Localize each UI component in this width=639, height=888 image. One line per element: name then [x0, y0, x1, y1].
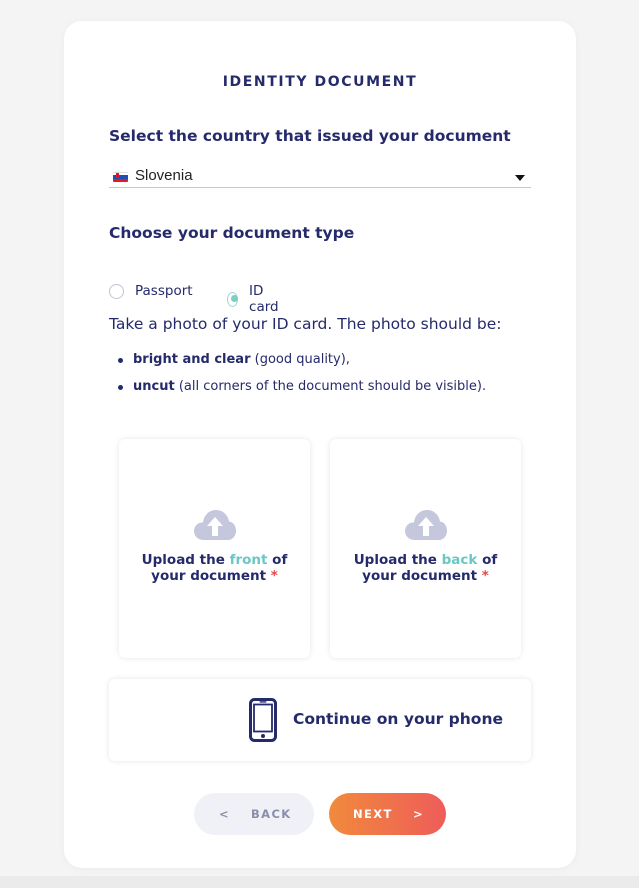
slovenia-flag-icon — [113, 172, 128, 182]
upload-back-button[interactable]: Upload the back of your document * — [330, 439, 521, 658]
bullet-text: (all corners of the document should be v… — [174, 379, 487, 394]
required-marker: * — [481, 568, 489, 584]
cloud-upload-icon — [194, 510, 236, 540]
radio-passport[interactable]: Passport — [109, 283, 193, 299]
back-button-label: BACK — [251, 807, 292, 821]
country-value: Slovenia — [135, 167, 193, 184]
radio-checked-icon — [227, 291, 239, 307]
document-type-label: Choose your document type — [109, 224, 355, 242]
back-button[interactable]: < BACK — [194, 793, 314, 835]
list-item: bright and clear (good quality), — [116, 351, 486, 378]
dropdown-caret-icon — [515, 175, 525, 181]
identity-document-card: IDENTITY DOCUMENT Select the country tha… — [64, 21, 576, 868]
smartphone-icon — [249, 698, 277, 742]
bullet-bold: uncut — [133, 379, 175, 394]
radio-passport-label: Passport — [135, 283, 193, 299]
upload-front-suffix: of — [267, 552, 288, 568]
cloud-upload-icon — [405, 510, 447, 540]
instructions-intro: Take a photo of your ID card. The photo … — [109, 315, 502, 333]
bottom-strip — [0, 876, 639, 888]
country-label: Select the country that issued your docu… — [109, 127, 511, 145]
upload-front-button[interactable]: Upload the front of your document * — [119, 439, 310, 658]
continue-on-phone-button[interactable]: Continue on your phone — [109, 679, 531, 761]
upload-back-line2: your document — [362, 568, 478, 584]
upload-back-highlight: back — [441, 552, 478, 568]
radio-id-card[interactable]: ID card — [227, 283, 283, 315]
required-marker: * — [270, 568, 278, 584]
upload-front-line2: your document — [151, 568, 267, 584]
upload-front-prefix: Upload the — [141, 552, 230, 568]
next-button-label: NEXT — [353, 807, 393, 821]
instructions-list: bright and clear (good quality), uncut (… — [116, 351, 486, 405]
upload-back-label: Upload the back of your document * — [330, 552, 521, 584]
chevron-right-icon: > — [413, 807, 425, 821]
continue-on-phone-label: Continue on your phone — [293, 710, 503, 728]
upload-front-highlight: front — [229, 552, 268, 568]
country-select[interactable]: Slovenia — [109, 164, 531, 188]
upload-back-prefix: Upload the — [353, 552, 442, 568]
bullet-text: (good quality), — [250, 352, 350, 367]
card-title: IDENTITY DOCUMENT — [222, 74, 418, 90]
radio-id-card-label: ID card — [249, 283, 279, 315]
list-item: uncut (all corners of the document shoul… — [116, 378, 486, 405]
bullet-bold: bright and clear — [133, 352, 251, 367]
upload-front-label: Upload the front of your document * — [119, 552, 310, 584]
chevron-left-icon: < — [219, 807, 231, 821]
radio-circle-icon — [109, 283, 124, 299]
upload-back-suffix: of — [477, 552, 498, 568]
next-button[interactable]: NEXT > — [329, 793, 446, 835]
page: IDENTITY DOCUMENT Select the country tha… — [0, 0, 639, 888]
